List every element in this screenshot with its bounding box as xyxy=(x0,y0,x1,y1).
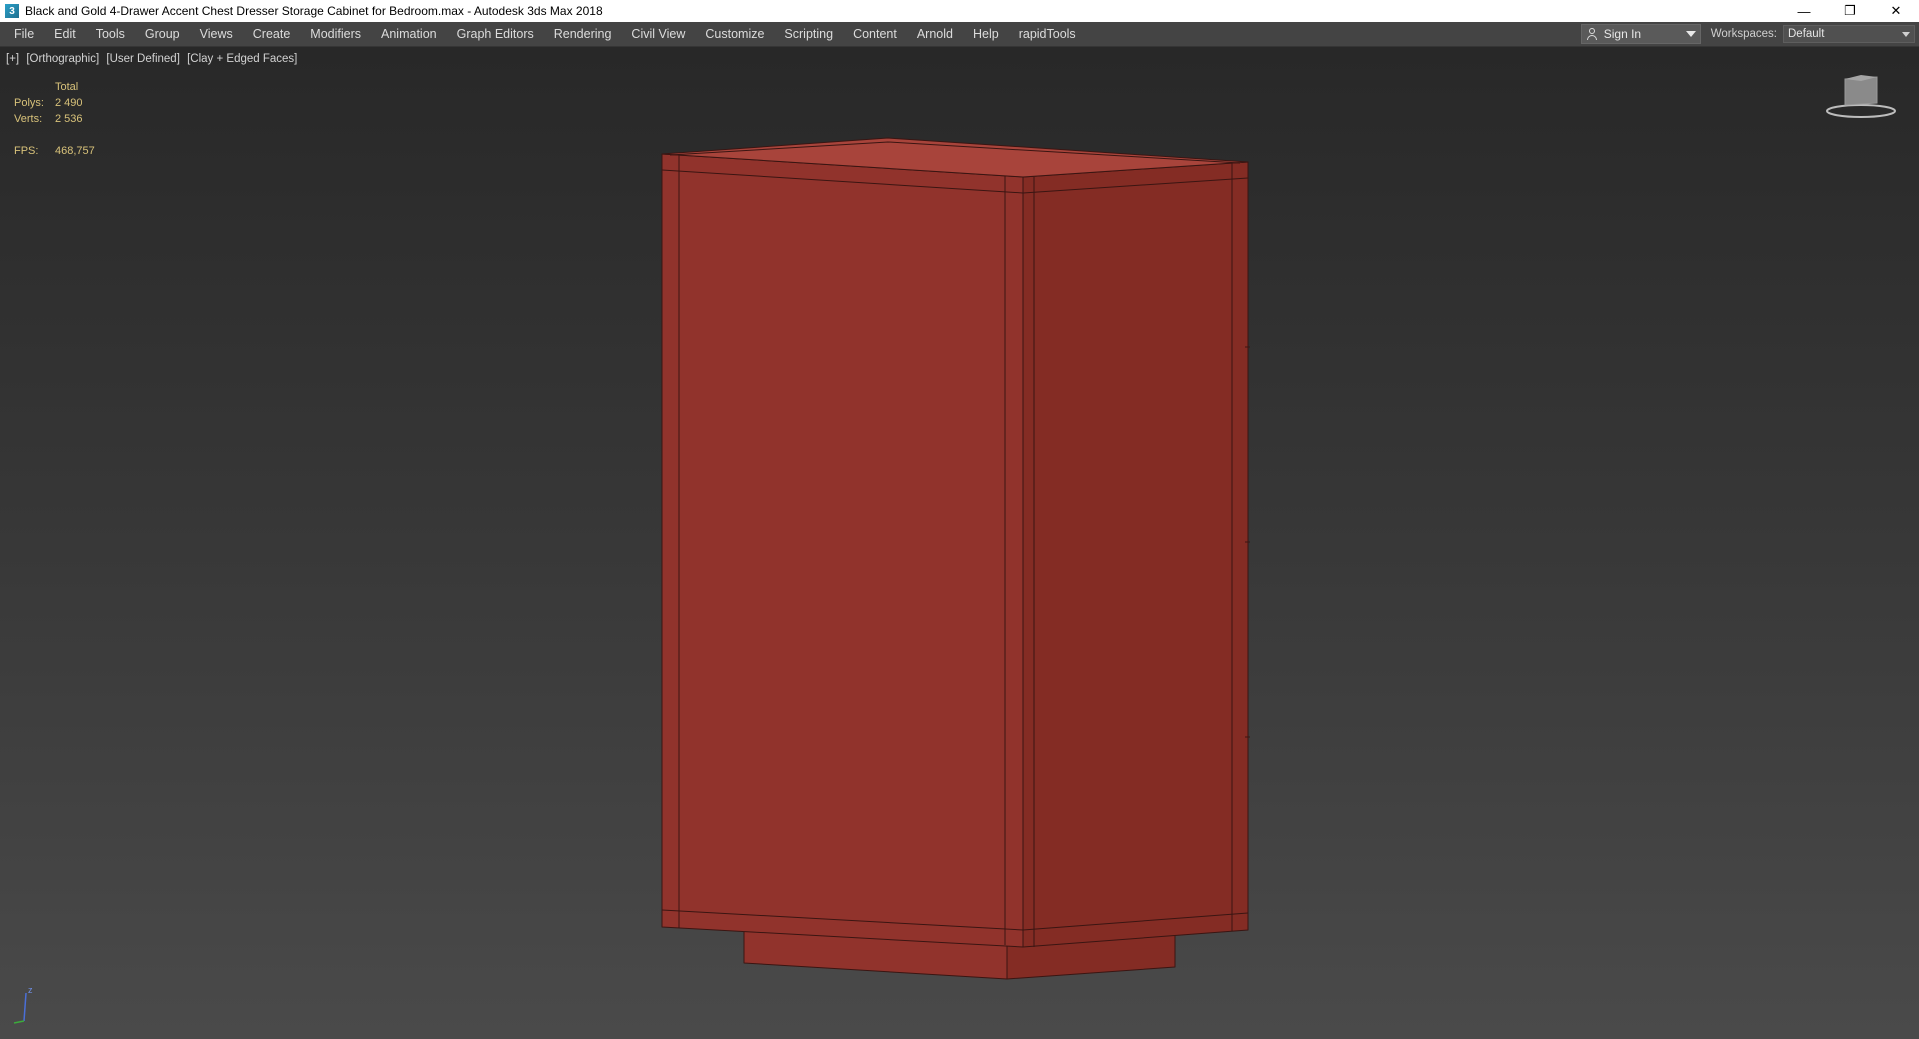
axis-tripod-icon: z xyxy=(13,985,33,1024)
viewcube-icon[interactable] xyxy=(1821,73,1901,123)
menu-item-modifiers[interactable]: Modifiers xyxy=(302,22,373,46)
title-bar: 3 Black and Gold 4-Drawer Accent Chest D… xyxy=(0,0,1919,22)
axis-z-label: z xyxy=(28,985,33,995)
menu-item-graph-editors[interactable]: Graph Editors xyxy=(449,22,546,46)
sign-in-label: Sign In xyxy=(1603,27,1642,41)
workspaces-label: Workspaces: xyxy=(1710,28,1777,40)
menu-item-group[interactable]: Group xyxy=(137,22,192,46)
menu-item-views[interactable]: Views xyxy=(192,22,245,46)
user-icon xyxy=(1586,28,1598,40)
app-3dsmax-icon[interactable]: 3 xyxy=(5,4,19,18)
window-controls: — ❐ ✕ xyxy=(1781,0,1919,22)
minimize-button[interactable]: — xyxy=(1781,0,1827,22)
menu-bar: File Edit Tools Group Views Create Modifiers An… xyxy=(0,22,1919,47)
menu-item-customize[interactable]: Customize xyxy=(697,22,776,46)
workspace-value: Default xyxy=(1788,28,1825,40)
menu-item-edit[interactable]: Edit xyxy=(46,22,88,46)
menu-item-file[interactable]: File xyxy=(6,22,46,46)
cabinet-front-face xyxy=(661,153,1024,948)
menu-item-civil-view[interactable]: Civil View xyxy=(623,22,697,46)
menu-item-scripting[interactable]: Scripting xyxy=(776,22,845,46)
menu-item-tools[interactable]: Tools xyxy=(88,22,137,46)
restore-button[interactable]: ❐ xyxy=(1827,0,1873,22)
menu-item-content[interactable]: Content xyxy=(845,22,909,46)
cabinet-model[interactable] xyxy=(0,47,1919,1039)
close-button[interactable]: ✕ xyxy=(1873,0,1919,22)
menu-item-animation[interactable]: Animation xyxy=(373,22,449,46)
sign-in-dropdown[interactable]: Sign In xyxy=(1580,24,1701,44)
menu-item-rapidtools[interactable]: rapidTools xyxy=(1011,22,1088,46)
chevron-down-icon xyxy=(1685,31,1696,37)
menu-item-arnold[interactable]: Arnold xyxy=(909,22,965,46)
workspaces-select[interactable]: Default xyxy=(1783,25,1915,43)
menu-item-rendering[interactable]: Rendering xyxy=(546,22,624,46)
menu-item-create[interactable]: Create xyxy=(245,22,303,46)
menu-items: File Edit Tools Group Views Create Modifiers An… xyxy=(0,22,1581,46)
perspective-viewport[interactable]: [+] [Orthographic] [User Defined] [Clay … xyxy=(0,47,1919,1039)
window-title: Black and Gold 4-Drawer Accent Chest Dre… xyxy=(25,4,603,18)
cabinet-side-face xyxy=(1022,161,1249,948)
menu-item-help[interactable]: Help xyxy=(965,22,1011,46)
chevron-down-icon xyxy=(1902,31,1910,37)
